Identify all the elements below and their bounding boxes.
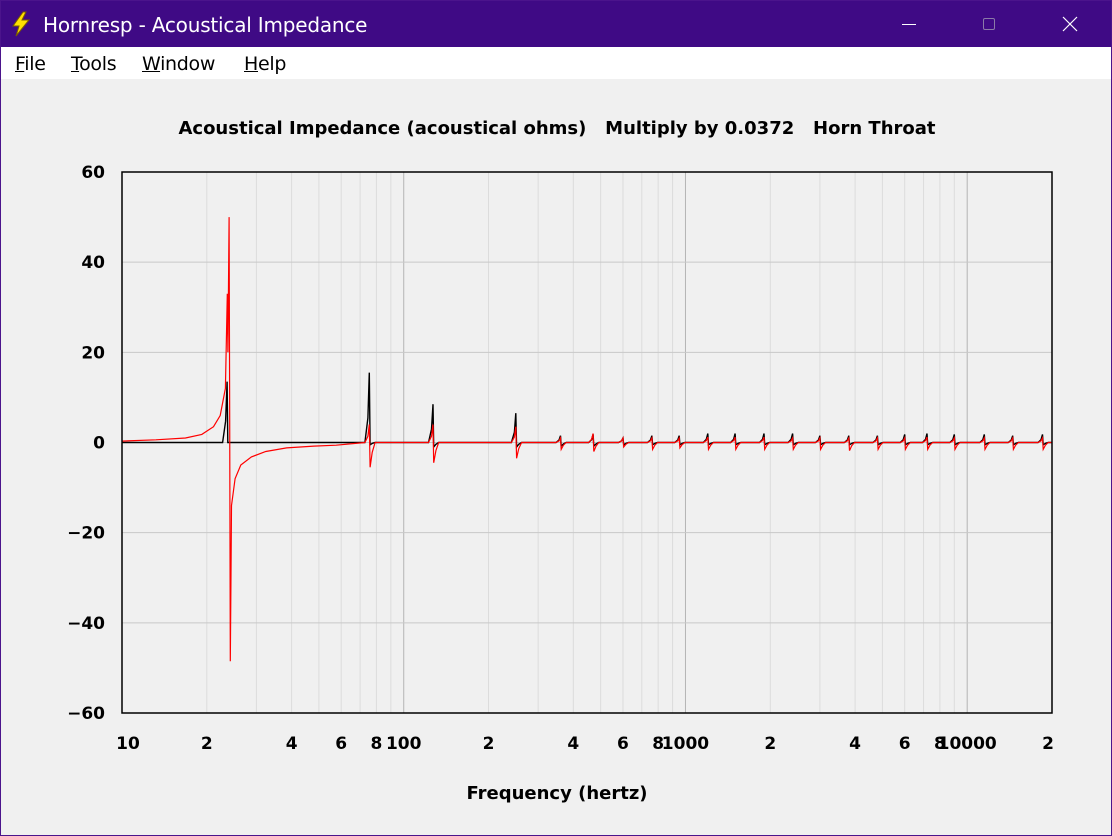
impedance-chart: Acoustical Impedance (acoustical ohms) M… [67, 118, 1054, 804]
window-title: Hornresp - Acoustical Impedance [43, 13, 368, 37]
minimize-icon [902, 24, 916, 25]
x-tick-label: 4 [286, 734, 298, 754]
x-tick-label: 4 [849, 734, 861, 754]
menu-help[interactable]: Help [244, 53, 286, 75]
menu-window-rest: indow [160, 53, 216, 75]
x-tick-label: 6 [899, 734, 911, 754]
maximize-icon [983, 18, 995, 30]
x-tick-label: 2 [764, 734, 776, 754]
lightning-bolt-icon [12, 11, 31, 37]
y-tick-label: −60 [67, 704, 105, 724]
x-tick-label: 8 [371, 734, 383, 754]
x-axis-label: Frequency (hertz) [466, 783, 647, 804]
y-tick-label: 20 [81, 343, 105, 363]
x-tick-label: 1000 [662, 734, 709, 754]
menu-window-accel: W [142, 53, 161, 75]
x-tick-label: 6 [335, 734, 347, 754]
x-tick-label: 10000 [938, 734, 997, 754]
x-tick-label: 2 [483, 734, 495, 754]
close-button[interactable] [1047, 1, 1093, 47]
chart-title: Acoustical Impedance (acoustical ohms) M… [178, 118, 935, 139]
menu-file-rest: ile [24, 53, 46, 75]
menu-file-accel: F [15, 53, 25, 75]
x-tick-label: 100 [386, 734, 422, 754]
y-tick-label: −20 [67, 524, 105, 544]
menu-help-rest: elp [258, 53, 287, 75]
app-window: Hornresp - Acoustical Impedance File Too… [0, 0, 1112, 836]
y-tick-label: 40 [81, 253, 105, 273]
series-layer [121, 217, 1052, 662]
menu-file[interactable]: File [15, 53, 46, 75]
x-axis-ticks: 10 2 4 6 8 100 2 4 6 81000 2 4 6 810000 2 [116, 734, 1054, 754]
x-tick-label: 2 [1042, 734, 1054, 754]
y-tick-label: −40 [67, 614, 105, 634]
close-icon [1062, 16, 1078, 32]
minimize-button[interactable] [886, 1, 932, 47]
menu-tools[interactable]: Tools [71, 53, 117, 75]
y-tick-label: 60 [81, 163, 105, 183]
x-tick-label: 10 [116, 734, 140, 754]
menu-tools-accel: T [71, 53, 80, 75]
y-axis-ticks: 60 40 20 0 −20 −40 −60 [67, 163, 105, 724]
menu-tools-rest: ools [79, 53, 117, 75]
title-bar[interactable]: Hornresp - Acoustical Impedance [1, 1, 1111, 47]
chart-area: Acoustical Impedance (acoustical ohms) M… [1, 79, 1111, 835]
menu-bar: File Tools Window Help [1, 47, 1111, 79]
y-tick-label: 0 [93, 434, 105, 454]
maximize-button[interactable] [966, 1, 1012, 47]
menu-help-accel: H [244, 53, 258, 75]
x-tick-label: 4 [567, 734, 579, 754]
x-tick-label: 6 [617, 734, 629, 754]
menu-window[interactable]: Window [142, 53, 215, 75]
x-tick-label: 2 [201, 734, 213, 754]
series-line-black [122, 372, 1052, 449]
series-line-red [121, 217, 1052, 662]
